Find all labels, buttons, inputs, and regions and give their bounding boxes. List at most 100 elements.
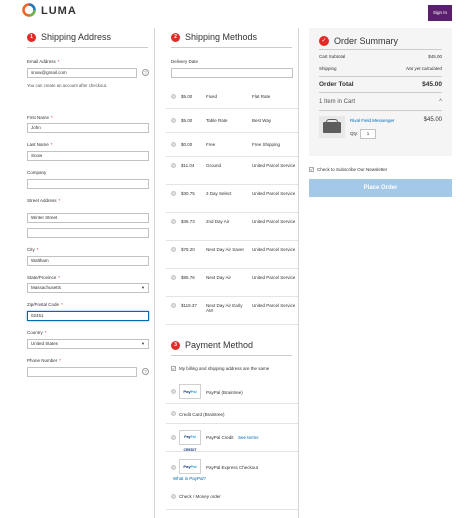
email-note: You can create an account after checkout… [27, 83, 108, 88]
payment-option-paypal-express[interactable]: PayPal PayPal Express Checkout What is P… [166, 452, 298, 510]
radio-button[interactable] [171, 219, 176, 224]
what-is-paypal-link[interactable]: What is PayPal? [173, 476, 206, 481]
shipping-address-title: Shipping Address [41, 32, 112, 42]
payment-option-label: Check / Money order [179, 494, 221, 499]
shipping-carrier: United Parcel Service [252, 219, 296, 224]
radio-button[interactable] [171, 142, 176, 147]
chevron-up-icon[interactable]: ^ [439, 99, 442, 105]
luma-logo-icon[interactable] [22, 3, 36, 17]
newsletter-label: Check to Subscribe Our Newsletter [317, 167, 388, 172]
shipping-price: $78.20 [181, 247, 195, 252]
shipping-method-row[interactable]: $78.20 Next Day Air Saver United Parcel … [166, 241, 298, 269]
chevron-down-icon: ▼ [141, 285, 145, 290]
payment-option-label: PayPal Express Checkout [206, 465, 259, 470]
cart-subtotal-value: $45.00 [428, 54, 442, 59]
order-total-value: $45.00 [422, 81, 442, 88]
radio-button[interactable] [171, 435, 176, 440]
payment-option-credit-card[interactable]: Credit Card (Braintree) [166, 404, 298, 424]
first-name-field[interactable]: John [27, 123, 149, 133]
shipping-method-row[interactable]: $118.37 Next Day Air Early AM United Par… [166, 297, 298, 325]
street-address-field[interactable]: Winter Street [27, 213, 149, 223]
paypal-logo-icon: PayPal [179, 459, 201, 474]
radio-button[interactable] [171, 94, 176, 99]
qty-input[interactable]: 1 [360, 129, 376, 139]
radio-button[interactable] [171, 303, 176, 308]
country-label: Country * [27, 330, 47, 335]
order-total-row: Order Total $45.00 [319, 81, 442, 88]
step-number-1: 1 [27, 33, 36, 42]
zip-field[interactable]: 02451 [27, 311, 149, 321]
see-terms-link[interactable]: See terms [238, 435, 259, 440]
shipping-price: $0.00 [181, 142, 193, 147]
shipping-method-row[interactable]: $85.76 Next Day Air United Parcel Servic… [166, 269, 298, 297]
shipping-price: $30.75 [181, 191, 195, 196]
company-field[interactable] [27, 179, 149, 189]
street-address-line2-field[interactable] [27, 228, 149, 238]
shipping-method-title: Next Day Air Saver [206, 247, 245, 252]
last-name-field[interactable]: Snow [27, 151, 149, 161]
radio-button[interactable] [171, 247, 176, 252]
newsletter-checkbox[interactable]: ✓ [309, 167, 314, 172]
shipping-method-row[interactable]: $11.04 Ground United Parcel Service [166, 157, 298, 185]
zip-label: Zip/Postal Code * [27, 302, 63, 307]
payment-option-label: Credit Card (Braintree) [179, 412, 225, 417]
radio-button[interactable] [171, 163, 176, 168]
help-icon[interactable]: ? [142, 69, 149, 76]
items-in-cart-toggle[interactable]: 1 Item in Cart ^ [319, 99, 442, 105]
country-select[interactable]: United States ▼ [27, 339, 149, 349]
shipping-carrier: Free Shipping [252, 142, 281, 147]
radio-button[interactable] [171, 191, 176, 196]
delivery-date-field[interactable] [171, 68, 293, 78]
shipping-carrier: United Parcel Service [252, 247, 296, 252]
qty-label: Qty: [350, 131, 359, 136]
section-divider [319, 110, 442, 111]
radio-button[interactable] [171, 389, 176, 394]
shipping-method-title: Free [206, 142, 216, 147]
payment-method-title: Payment Method [185, 340, 254, 350]
shipping-method-row[interactable]: $30.75 3 Day Select United Parcel Servic… [166, 185, 298, 213]
logo-text[interactable]: LUMA [41, 5, 77, 17]
state-select[interactable]: Massachusetts ▼ [27, 283, 149, 293]
radio-button[interactable] [171, 465, 176, 470]
chevron-down-icon: ▼ [141, 341, 145, 346]
shipping-method-title: 2nd Day Air [206, 219, 230, 224]
shipping-method-row[interactable]: $0.00 Free Free Shipping [166, 133, 298, 157]
help-icon[interactable]: ? [142, 368, 149, 375]
product-name-link[interactable]: Rival Field Messenger [350, 118, 395, 123]
shipping-methods-section: 2 Shipping Methods Delivery Date $5.00 F… [166, 28, 299, 518]
shipping-label: Shipping [319, 66, 337, 71]
email-field[interactable]: snow@gmail.com [27, 68, 137, 78]
radio-button[interactable] [171, 494, 176, 499]
step-number-3: 3 [171, 341, 180, 350]
radio-button[interactable] [171, 275, 176, 280]
step-number-2: 2 [171, 33, 180, 42]
shipping-method-title: Next Day Air Early AM [206, 303, 243, 313]
same-address-label: My billing and shipping address are the … [179, 366, 270, 371]
section-divider [171, 355, 292, 356]
shipping-address-section: 1 Shipping Address Email Address * snow@g… [22, 28, 155, 518]
phone-field[interactable] [27, 367, 137, 377]
city-field[interactable]: Waltham [27, 256, 149, 266]
order-summary-title: Order Summary [334, 36, 399, 46]
last-name-label: Last Name * [27, 142, 53, 147]
same-address-checkbox[interactable]: ✓ [171, 366, 176, 371]
section-divider [171, 47, 292, 48]
shipping-carrier: United Parcel Service [252, 163, 296, 168]
shipping-method-title: Fixed [206, 94, 218, 99]
section-divider [319, 92, 442, 93]
street-address-label: Street Address * [27, 198, 61, 203]
checkmark-icon: ✓ [319, 36, 329, 46]
shipping-method-row[interactable]: $5.00 Table Rate Best Way [166, 109, 298, 133]
delivery-date-label: Delivery Date [171, 59, 199, 64]
shipping-method-title: Table Rate [206, 118, 228, 123]
shipping-method-row[interactable]: $36.73 2nd Day Air United Parcel Service [166, 213, 298, 241]
radio-button[interactable] [171, 411, 176, 416]
radio-button[interactable] [171, 118, 176, 123]
payment-option-braintree[interactable]: PayPal PayPal (Braintree) [166, 380, 298, 404]
product-price: $45.00 [423, 117, 442, 123]
sign-in-button[interactable]: Sign In [428, 5, 452, 21]
place-order-button[interactable]: Place Order [309, 179, 452, 197]
shipping-carrier: United Parcel Service [252, 275, 296, 280]
payment-option-paypal-credit[interactable]: PayPal CREDIT PayPal Credit See terms [166, 424, 298, 452]
shipping-method-row[interactable]: $5.00 Fixed Flat Rate [166, 85, 298, 109]
